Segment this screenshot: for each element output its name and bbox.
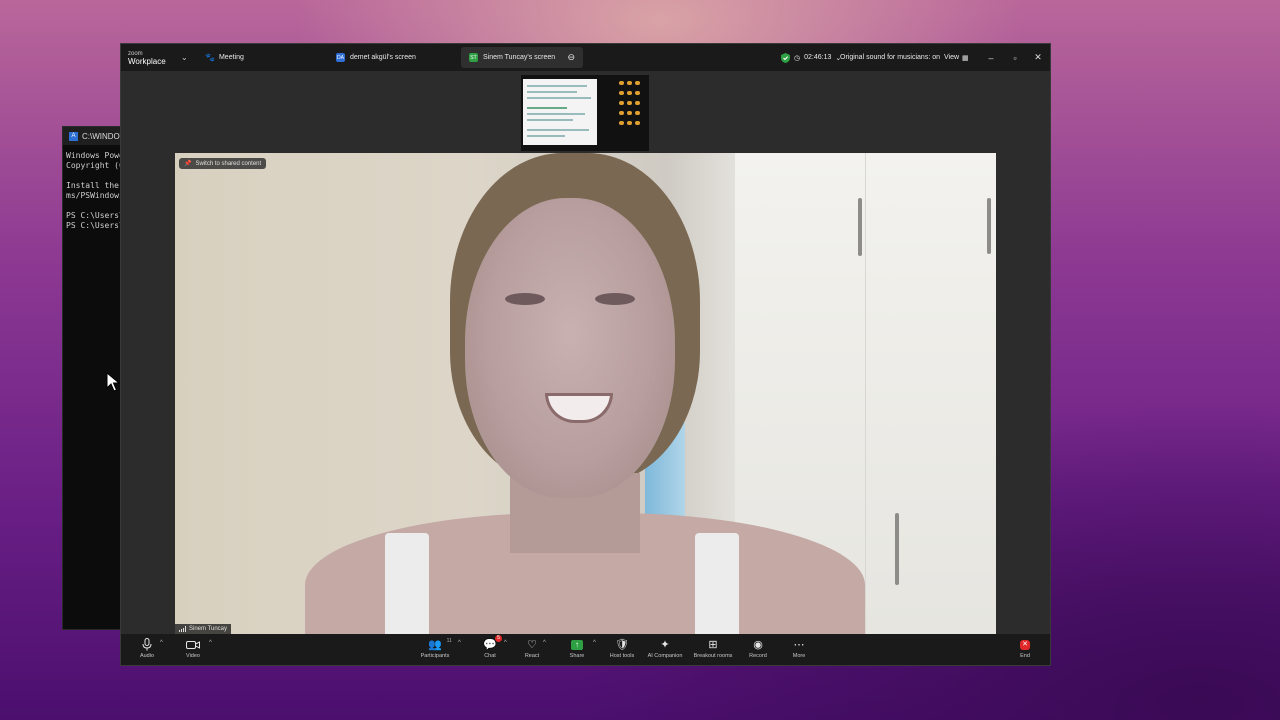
- chat-label: Chat: [484, 653, 496, 659]
- video-options-chevron-icon[interactable]: ^: [209, 640, 212, 646]
- participants-label: Participants: [420, 653, 450, 659]
- grid-icon: ▦: [962, 54, 969, 62]
- react-button[interactable]: ♡ React: [509, 637, 555, 659]
- more-button[interactable]: ⋯ More: [776, 637, 822, 659]
- participant-face: [465, 198, 675, 498]
- chat-badge: 5: [495, 635, 502, 642]
- tab-sinem-screen[interactable]: ST Sinem Tuncay's screen ⊖: [461, 47, 583, 68]
- react-options-chevron-icon[interactable]: ^: [543, 640, 546, 646]
- participant-eye: [505, 293, 545, 305]
- video-background-handle: [895, 513, 899, 585]
- zoom-brand: zoom Workplace: [128, 44, 166, 71]
- timer-icon: ◷: [794, 54, 801, 62]
- close-button[interactable]: ✕: [1027, 44, 1049, 71]
- more-icon: ⋯: [793, 639, 805, 651]
- mouse-cursor-icon: [106, 372, 120, 392]
- participant-video[interactable]: 📌 Switch to shared content Sinem Tuncay: [175, 153, 996, 634]
- meeting-info[interactable]: ◷ 02:46:13 ⌄: [781, 44, 841, 71]
- switch-to-shared-content-button[interactable]: 📌 Switch to shared content: [179, 158, 267, 169]
- sound-label: Original sound for musicians: on: [840, 54, 940, 61]
- tab-label: Sinem Tuncay's screen: [483, 54, 556, 61]
- pin-icon: 📌: [184, 161, 192, 167]
- brand-big: Workplace: [128, 56, 166, 66]
- host-tools-button[interactable]: 🛡 Host tools: [599, 637, 645, 659]
- audio-options-chevron-icon[interactable]: ^: [160, 640, 163, 646]
- meeting-controls-toolbar: Audio ^ Video ^ 👥 11 Participants ^ 💬 5 Ch…: [121, 634, 1050, 665]
- heart-icon: ♡: [527, 639, 537, 651]
- avatar: DA: [336, 53, 345, 62]
- participants-icon: 👥 11: [428, 638, 452, 651]
- sparkle-icon: ✦: [660, 639, 670, 651]
- view-button[interactable]: View ▦: [944, 44, 969, 71]
- host-tools-label: Host tools: [609, 653, 635, 659]
- share-label: Share: [569, 653, 585, 659]
- participants-options-chevron-icon[interactable]: ^: [458, 640, 461, 646]
- video-background-door: [865, 153, 866, 634]
- thumbnail-document: [523, 79, 597, 145]
- participant-strap: [695, 533, 739, 634]
- tab-options-icon[interactable]: ⊖: [567, 52, 575, 63]
- signal-strength-icon: [179, 626, 186, 632]
- participant-name: Sinem Tuncay: [189, 626, 228, 632]
- meeting-tab[interactable]: 🐾 Meeting: [205, 44, 244, 71]
- breakout-rooms-icon: ⊞: [708, 639, 718, 651]
- switch-label: Switch to shared content: [195, 160, 262, 167]
- view-label: View: [944, 54, 960, 61]
- ai-companion-label: AI Companion: [647, 653, 683, 659]
- thumbnail-side-panel: [617, 79, 647, 143]
- record-icon: ◉: [753, 639, 763, 651]
- zoom-meeting-window: zoom Workplace ⌄ 🐾 Meeting DA demet akgü…: [120, 43, 1051, 666]
- microphone-icon: [142, 637, 152, 652]
- meeting-stage: 📌 Switch to shared content Sinem Tuncay: [121, 71, 1050, 634]
- participants-button[interactable]: 👥 11 Participants: [412, 637, 458, 659]
- minimize-button[interactable]: –: [980, 44, 1002, 71]
- shield-icon: [781, 52, 790, 63]
- breakout-rooms-label: Breakout rooms: [693, 653, 733, 659]
- tab-label: demet akgül's screen: [350, 54, 416, 61]
- tab-demet-screen[interactable]: DA demet akgül's screen: [328, 47, 424, 68]
- participant-name-tag: Sinem Tuncay: [175, 624, 232, 634]
- video-label: Video: [186, 653, 200, 659]
- original-sound-status[interactable]: Original sound for musicians: on: [840, 44, 940, 71]
- shield-icon: 🛡: [615, 639, 629, 651]
- participant-strap: [385, 533, 429, 634]
- video-background-handle: [858, 198, 862, 256]
- ai-companion-button[interactable]: ✦ AI Companion: [642, 637, 688, 659]
- end-label: End: [1020, 653, 1030, 659]
- participants-count: 11: [446, 638, 452, 644]
- breakout-rooms-button[interactable]: ⊞ Breakout rooms: [690, 637, 736, 659]
- avatar: ST: [469, 53, 478, 62]
- meeting-label: Meeting: [218, 54, 244, 61]
- maximize-button[interactable]: ▫: [1004, 44, 1026, 71]
- audio-label: Audio: [139, 653, 155, 659]
- paw-icon: 🐾: [205, 53, 215, 62]
- share-options-chevron-icon[interactable]: ^: [593, 640, 596, 646]
- record-label: Record: [749, 653, 767, 659]
- audio-button[interactable]: Audio: [124, 637, 170, 659]
- record-button[interactable]: ◉ Record: [735, 637, 781, 659]
- participant-eye: [595, 293, 635, 305]
- more-label: More: [792, 653, 806, 659]
- shared-screen-thumbnail[interactable]: [521, 75, 649, 151]
- zoom-title-bar: zoom Workplace ⌄ 🐾 Meeting DA demet akgü…: [121, 44, 1050, 71]
- share-icon: ↑: [571, 637, 583, 652]
- end-button[interactable]: ✕ End: [1002, 637, 1048, 659]
- chat-icon: 💬 5: [483, 635, 502, 651]
- meeting-timer: 02:46:13: [804, 54, 832, 61]
- powershell-icon: A: [69, 131, 78, 141]
- brand-chevron-down-icon[interactable]: ⌄: [181, 44, 188, 71]
- chat-options-chevron-icon[interactable]: ^: [504, 640, 507, 646]
- react-label: React: [524, 653, 540, 659]
- video-background-handle: [987, 198, 991, 254]
- end-icon: ✕: [1020, 637, 1030, 652]
- camera-icon: [186, 637, 200, 652]
